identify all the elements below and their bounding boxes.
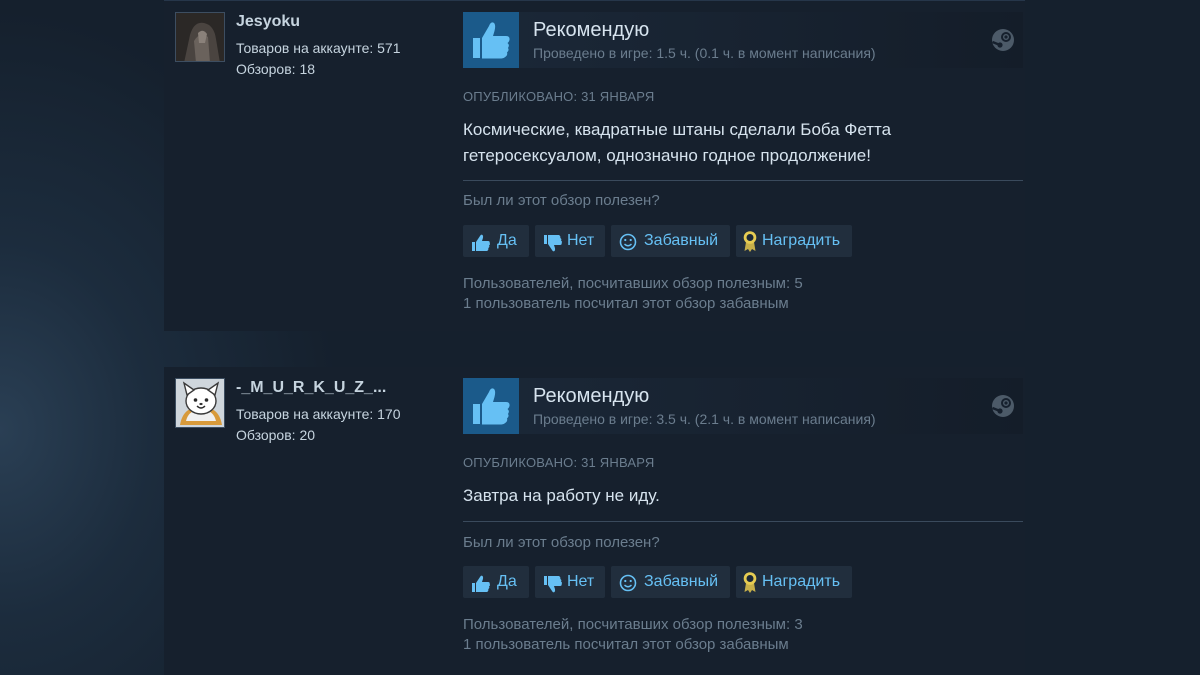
- author-name[interactable]: -_M_U_R_K_U_Z_...: [236, 379, 386, 397]
- review-text: Завтра на работу не иду.: [463, 486, 660, 505]
- author-products: Товаров на аккаунте: 571: [236, 40, 401, 56]
- vote-funny-label: Забавный: [644, 573, 719, 590]
- hours-played: Проведено в игре: 1.5 ч. (0.1 ч. в момен…: [533, 45, 876, 61]
- award-icon: [742, 571, 758, 605]
- vote-no-button[interactable]: Нет: [535, 566, 605, 598]
- vote-yes-button[interactable]: Да: [463, 225, 529, 257]
- award-button[interactable]: Наградить: [736, 225, 852, 257]
- review-card: -_M_U_R_K_U_Z_... Товаров на аккаунте: 1…: [164, 367, 1025, 675]
- funny-count: 1 пользователь посчитал этот обзор забав…: [463, 636, 789, 653]
- thumbs-down-icon: [543, 573, 563, 605]
- thumbs-up-icon: [471, 573, 491, 605]
- smiley-icon: [619, 572, 637, 604]
- vote-no-button[interactable]: Нет: [535, 225, 605, 257]
- vote-yes-label: Да: [497, 232, 517, 249]
- thumbs-up-icon: [471, 232, 491, 264]
- divider: [463, 521, 1023, 522]
- vote-funny-button[interactable]: Забавный: [611, 225, 730, 257]
- steam-icon: [991, 394, 1015, 423]
- author-name[interactable]: Jesyoku: [236, 13, 300, 31]
- steam-icon: [991, 28, 1015, 57]
- vote-yes-label: Да: [497, 573, 517, 590]
- posted-date: Опубликовано: 31 января: [463, 89, 655, 104]
- vote-header[interactable]: Рекомендую Проведено в игре: 1.5 ч. (0.1…: [463, 12, 1023, 68]
- thumbs-up-icon: [463, 12, 519, 68]
- author-products: Товаров на аккаунте: 170: [236, 406, 401, 422]
- author-reviews-count: Обзоров: 20: [236, 427, 316, 443]
- helpful-question: Был ли этот обзор полезен?: [463, 534, 660, 551]
- author-reviews-count: Обзоров: 18: [236, 61, 316, 77]
- vote-funny-button[interactable]: Забавный: [611, 566, 730, 598]
- helpful-count: Пользователей, посчитавших обзор полезны…: [463, 275, 803, 292]
- thumbs-up-icon: [463, 378, 519, 434]
- review-text: Космические, квадратные штаны сделали Бо…: [463, 120, 892, 165]
- funny-count: 1 пользователь посчитал этот обзор забав…: [463, 295, 789, 312]
- avatar[interactable]: [175, 378, 225, 428]
- vote-yes-button[interactable]: Да: [463, 566, 529, 598]
- vote-no-label: Нет: [567, 232, 595, 249]
- verdict-title[interactable]: Рекомендую: [533, 19, 649, 42]
- award-icon: [742, 230, 758, 264]
- award-label: Наградить: [762, 573, 841, 590]
- posted-date: Опубликовано: 31 января: [463, 455, 655, 470]
- smiley-icon: [619, 231, 637, 263]
- avatar[interactable]: [175, 12, 225, 62]
- award-button[interactable]: Наградить: [736, 566, 852, 598]
- review-card: Jesyoku Товаров на аккаунте: 571 Обзоров…: [164, 0, 1025, 331]
- helpful-question: Был ли этот обзор полезен?: [463, 192, 660, 209]
- hours-played: Проведено в игре: 3.5 ч. (2.1 ч. в момен…: [533, 411, 876, 427]
- award-label: Наградить: [762, 232, 841, 249]
- helpful-count: Пользователей, посчитавших обзор полезны…: [463, 616, 803, 633]
- vote-header[interactable]: Рекомендую Проведено в игре: 3.5 ч. (2.1…: [463, 378, 1023, 434]
- verdict-title[interactable]: Рекомендую: [533, 385, 649, 408]
- vote-funny-label: Забавный: [644, 232, 719, 249]
- vote-no-label: Нет: [567, 573, 595, 590]
- thumbs-down-icon: [543, 232, 563, 264]
- divider: [463, 180, 1023, 181]
